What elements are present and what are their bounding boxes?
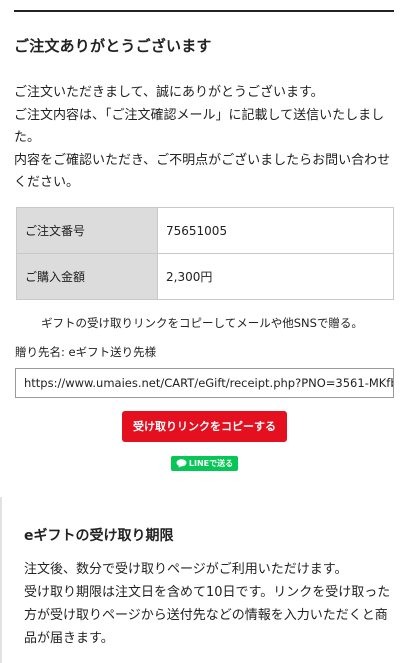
table-row: ご注文番号 75651005 [16,207,394,254]
top-divider [14,10,394,12]
deadline-line: 受け取り期限は注文日を含めて10日です。リンクを受け取った [24,585,391,600]
purchase-amount-label: ご購入金額 [16,253,158,300]
message-line: ご注文いただきまして、誠にありがとうございます。 [14,85,324,100]
order-summary-table: ご注文番号 75651005 ご購入金額 2,300円 [16,207,394,300]
order-number-label: ご注文番号 [16,207,158,254]
order-number-value: 75651005 [157,207,394,254]
page-title: ご注文ありがとうございます [14,37,212,55]
line-share-button[interactable]: LINEで送る [171,456,238,471]
deadline-line: 注文後、数分で受け取りページがご利用いただけます。 [24,562,348,577]
line-chat-bubble-icon [176,459,187,468]
recipient-label: 贈り先名: eギフト送り先様 [15,345,157,359]
message-line: ご注文内容は、「ご注文確認メール」に記載して送信いたしまし [14,107,385,123]
message-line: ください。 [14,175,80,190]
purchase-amount-value: 2,300円 [157,253,394,300]
table-row: ご購入金額 2,300円 [16,253,394,300]
message-line: た。 [14,130,41,145]
thank-you-message: ご注文いただきまして、誠にありがとうございます。 ご注文内容は、「ご注文確認メー… [14,82,396,195]
deadline-description: 注文後、数分で受け取りページがご利用いただけます。 受け取り期限は注文日を含めて… [24,558,396,650]
deadline-section-title: eギフトの受け取り期限 [24,528,174,544]
deadline-line: 方が受け取りページから送付先などの情報を入力いただくと商 [24,608,388,623]
deadline-line: 品が届きます。 [24,631,114,646]
message-line: 内容をご確認いただき、ご不明点がございましたらお問い合わせ [14,152,391,168]
gift-share-note: ギフトの受け取りリンクをコピーしてメールや他SNSで贈る。 [41,316,363,330]
gift-url-field[interactable]: https://www.umaies.net/CART/eGift/receip… [15,368,394,398]
copy-link-button[interactable]: 受け取りリンクをコピーする [122,411,287,442]
section-divider [0,497,2,663]
line-share-label: LINEで送る [188,459,234,468]
